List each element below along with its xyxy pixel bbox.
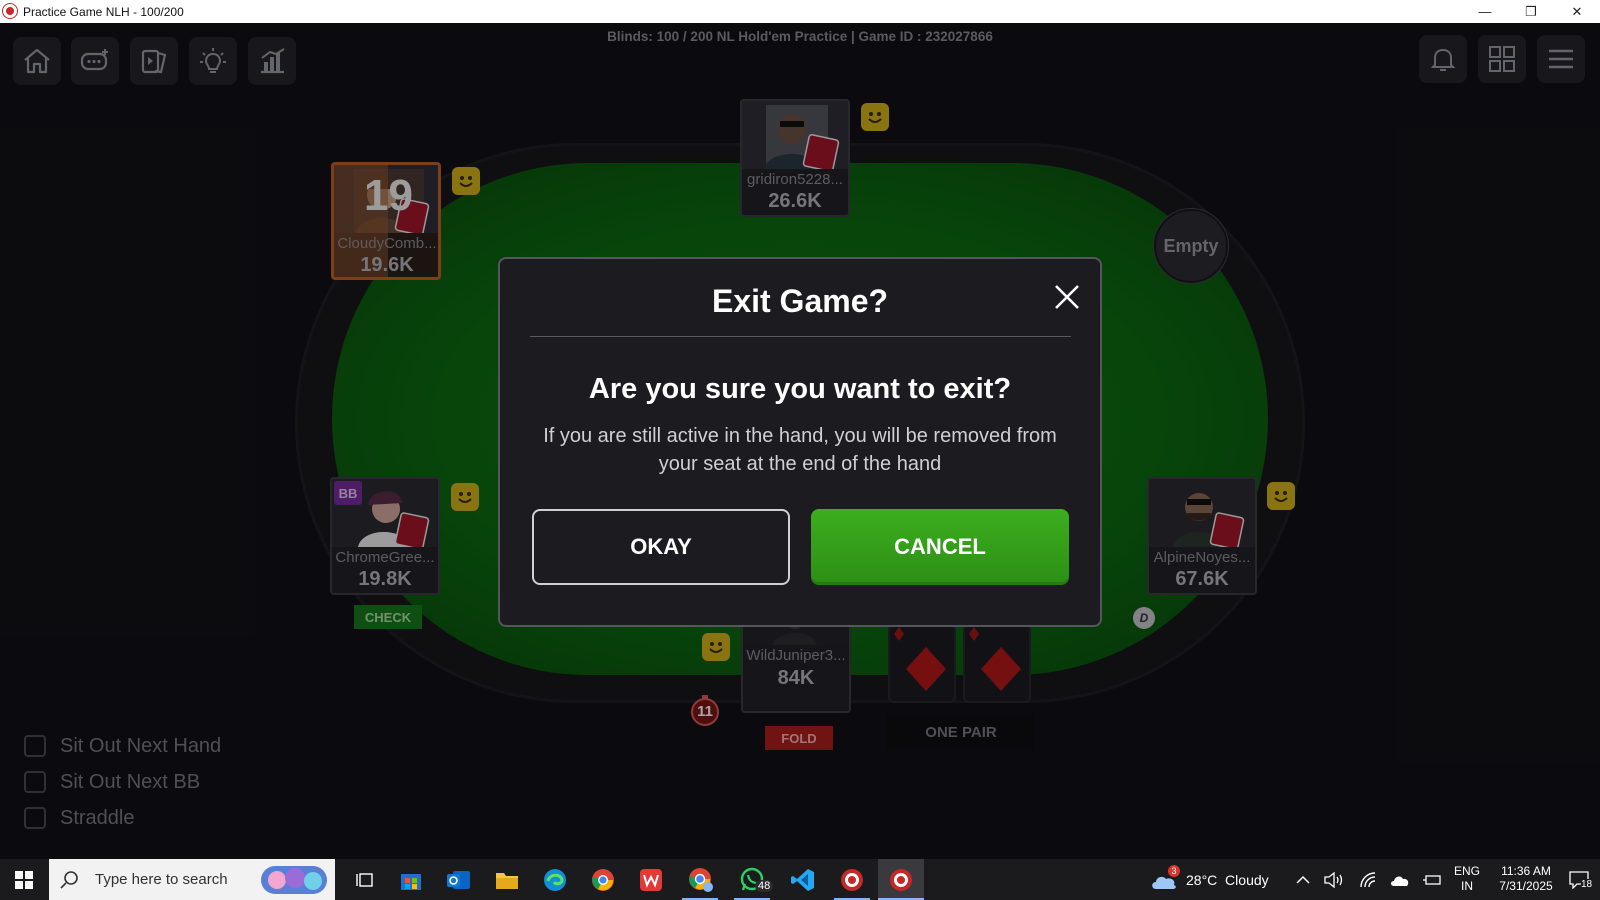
file-explorer-button[interactable] bbox=[486, 859, 528, 900]
clock-time: 11:36 AM bbox=[1501, 864, 1551, 878]
cancel-button[interactable]: CANCEL bbox=[811, 509, 1069, 585]
battery-plug-icon bbox=[1423, 874, 1441, 885]
window-title: Practice Game NLH - 100/200 bbox=[23, 5, 184, 19]
search-icon bbox=[60, 870, 78, 889]
weather-badge: 3 bbox=[1168, 865, 1180, 877]
task-view-button[interactable] bbox=[345, 859, 385, 900]
chrome-profile-button[interactable] bbox=[678, 859, 724, 900]
wps-button[interactable] bbox=[630, 859, 672, 900]
language-code: ENG bbox=[1453, 864, 1480, 878]
search-placeholder: Type here to search bbox=[95, 871, 228, 888]
vscode-button[interactable] bbox=[782, 859, 824, 900]
dialog-question: Are you sure you want to exit? bbox=[588, 373, 1012, 405]
search-highlight-icon bbox=[261, 866, 327, 894]
chrome-icon bbox=[592, 868, 614, 891]
dialog-message: If you are still active in the hand, you… bbox=[543, 425, 1057, 475]
outlook-icon bbox=[447, 870, 470, 889]
edge-button[interactable] bbox=[534, 859, 576, 900]
volume-button[interactable] bbox=[1320, 859, 1348, 900]
region-code: IN bbox=[1461, 879, 1473, 893]
notification-count: 18 bbox=[1581, 879, 1593, 890]
poker-client-button[interactable] bbox=[830, 859, 874, 900]
start-button[interactable] bbox=[0, 859, 48, 900]
network-button[interactable] bbox=[1354, 859, 1382, 900]
show-hidden-icons-button[interactable] bbox=[1291, 859, 1315, 900]
dialog-title: Exit Game? bbox=[711, 283, 889, 319]
volume-icon bbox=[1324, 871, 1343, 888]
close-icon[interactable] bbox=[1053, 283, 1081, 311]
language-indicator[interactable]: ENG IN bbox=[1452, 864, 1482, 894]
poker-game-window-button[interactable] bbox=[878, 859, 924, 900]
exit-game-dialog: Exit Game? Are you sure you want to exit… bbox=[498, 257, 1102, 627]
wps-icon bbox=[640, 868, 662, 891]
poker-app-icon bbox=[3, 4, 17, 18]
taskbar: Type here to search 48 3 28°C Cloudy ENG… bbox=[0, 859, 1600, 900]
chrome-button[interactable] bbox=[582, 859, 624, 900]
clock-date: 7/31/2025 bbox=[1499, 879, 1553, 893]
poker-chip-icon bbox=[890, 868, 912, 891]
onedrive-button[interactable] bbox=[1386, 859, 1414, 900]
edge-icon bbox=[544, 868, 566, 891]
outlook-button[interactable] bbox=[438, 859, 480, 900]
window-titlebar: Practice Game NLH - 100/200 — ❐ ✕ bbox=[0, 0, 1600, 23]
clock[interactable]: 11:36 AM 7/31/2025 bbox=[1484, 864, 1568, 894]
taskbar-search[interactable]: Type here to search bbox=[49, 859, 335, 900]
onedrive-icon bbox=[1391, 876, 1409, 886]
poker-chip-icon bbox=[841, 868, 863, 891]
folder-icon bbox=[496, 872, 518, 889]
whatsapp-badge: 48 bbox=[755, 880, 774, 892]
windows-icon bbox=[15, 870, 33, 889]
minimize-button[interactable]: — bbox=[1462, 0, 1508, 23]
store-icon bbox=[401, 873, 421, 890]
okay-button[interactable]: OKAY bbox=[532, 509, 790, 585]
weather-widget[interactable]: 3 28°C Cloudy bbox=[1150, 859, 1270, 900]
chrome-profile-icon bbox=[689, 867, 713, 892]
store-button[interactable] bbox=[390, 859, 432, 900]
chevron-up-icon bbox=[1296, 875, 1310, 884]
wifi-icon bbox=[1360, 871, 1376, 887]
weather-text: 28°C Cloudy bbox=[1186, 871, 1269, 888]
battery-button[interactable] bbox=[1418, 859, 1446, 900]
close-window-button[interactable]: ✕ bbox=[1554, 0, 1600, 23]
whatsapp-button[interactable]: 48 bbox=[730, 859, 776, 900]
notification-center-button[interactable]: 18 bbox=[1562, 859, 1596, 900]
dialog-divider bbox=[530, 336, 1071, 337]
restore-button[interactable]: ❐ bbox=[1508, 0, 1554, 23]
task-view-icon bbox=[356, 872, 373, 887]
vscode-icon bbox=[791, 868, 814, 891]
